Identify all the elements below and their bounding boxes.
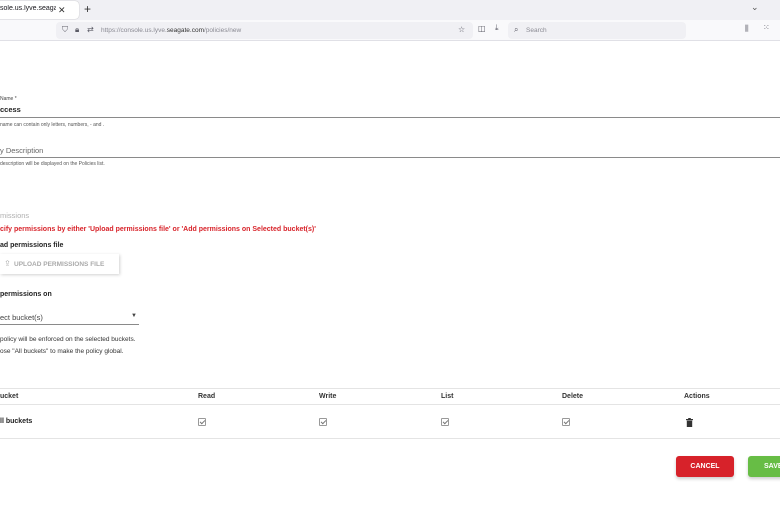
trash-icon[interactable] (686, 418, 693, 427)
dropdown-arrow-icon: ▼ (131, 313, 137, 319)
column-header-bucket: ucket (0, 393, 19, 400)
extensions-grid-icon[interactable]: ⁙ (763, 23, 770, 32)
read-checkbox[interactable] (198, 418, 206, 426)
table-top-border (0, 388, 780, 389)
tab-list-chevron-icon[interactable]: ⌄ (751, 2, 759, 13)
shield-icon[interactable]: ⛉ (62, 25, 68, 35)
policy-name-hint: name can contain only letters, numbers, … (0, 122, 105, 128)
write-checkbox[interactable] (319, 418, 327, 426)
search-icon: ⌕ (514, 25, 519, 34)
policy-name-label: Name * (0, 96, 17, 102)
library-icon[interactable]: ⫼ (745, 24, 749, 34)
list-checkbox[interactable] (441, 418, 449, 426)
policy-name-input[interactable]: ccess (0, 105, 21, 114)
bookmark-star-icon[interactable]: ☆ (458, 25, 465, 35)
column-header-actions: Actions (684, 393, 710, 400)
upload-permissions-file-button[interactable]: ⇪ UPLOAD PERMISSIONS FILE (0, 254, 119, 274)
column-header-read: Read (198, 393, 216, 400)
policy-description-underline (0, 157, 780, 158)
policy-description-input[interactable]: y Description (0, 146, 43, 155)
tab-title: sole.us.lyve.seagate.com/po (0, 5, 56, 12)
upload-button-label: UPLOAD PERMISSIONS FILE (14, 261, 105, 268)
url-text[interactable]: https://console.us.lyve.seagate.com/poli… (101, 27, 241, 34)
column-header-delete: Delete (562, 393, 584, 400)
browser-nav-bar: ⛉ 🔒︎ ⇄ https://console.us.lyve.seagate.c… (0, 20, 780, 41)
lock-icon[interactable]: 🔒︎ (75, 25, 79, 35)
bucket-info-line-1: policy will be enforced on the selected … (0, 336, 136, 343)
cancel-button[interactable]: CANCEL (676, 456, 734, 477)
new-tab-button[interactable]: + (84, 2, 91, 16)
table-header-border (0, 404, 780, 405)
search-placeholder: Search (526, 27, 547, 34)
upload-icon: ⇪ (4, 259, 11, 268)
search-bar[interactable]: ⌕ Search (508, 22, 686, 39)
column-header-write: Write (319, 393, 337, 400)
bucket-info-line-2: ose "All buckets" to make the policy glo… (0, 348, 124, 355)
table-bottom-border (0, 438, 780, 439)
permissions-heading: missions (0, 211, 30, 220)
bucket-name-cell: ll buckets (0, 418, 33, 425)
browser-tab[interactable]: sole.us.lyve.seagate.com/po ✕ (0, 1, 79, 19)
tab-close-icon[interactable]: ✕ (58, 4, 66, 16)
bucket-select[interactable]: ect bucket(s) ▼ (0, 309, 139, 325)
policy-name-underline (0, 117, 780, 118)
browser-tab-bar: sole.us.lyve.seagate.com/po ✕ + ⌄ (0, 0, 780, 20)
bucket-select-value: ect bucket(s) (0, 313, 43, 322)
save-button[interactable]: SAVE (748, 456, 780, 477)
column-header-list: List (441, 393, 454, 400)
download-icon[interactable]: ⤓ (495, 23, 499, 33)
address-bar[interactable]: ⛉ 🔒︎ ⇄ https://console.us.lyve.seagate.c… (56, 22, 473, 39)
permissions-icon[interactable]: ⇄ (87, 25, 94, 35)
permissions-error: cify permissions by either 'Upload permi… (0, 226, 316, 233)
pocket-icon[interactable]: ◫ (478, 24, 486, 33)
policy-description-hint: description will be displayed on the Pol… (0, 161, 105, 167)
add-permissions-label: permissions on (0, 291, 52, 298)
delete-checkbox[interactable] (562, 418, 570, 426)
upload-permissions-label: ad permissions file (0, 242, 64, 249)
